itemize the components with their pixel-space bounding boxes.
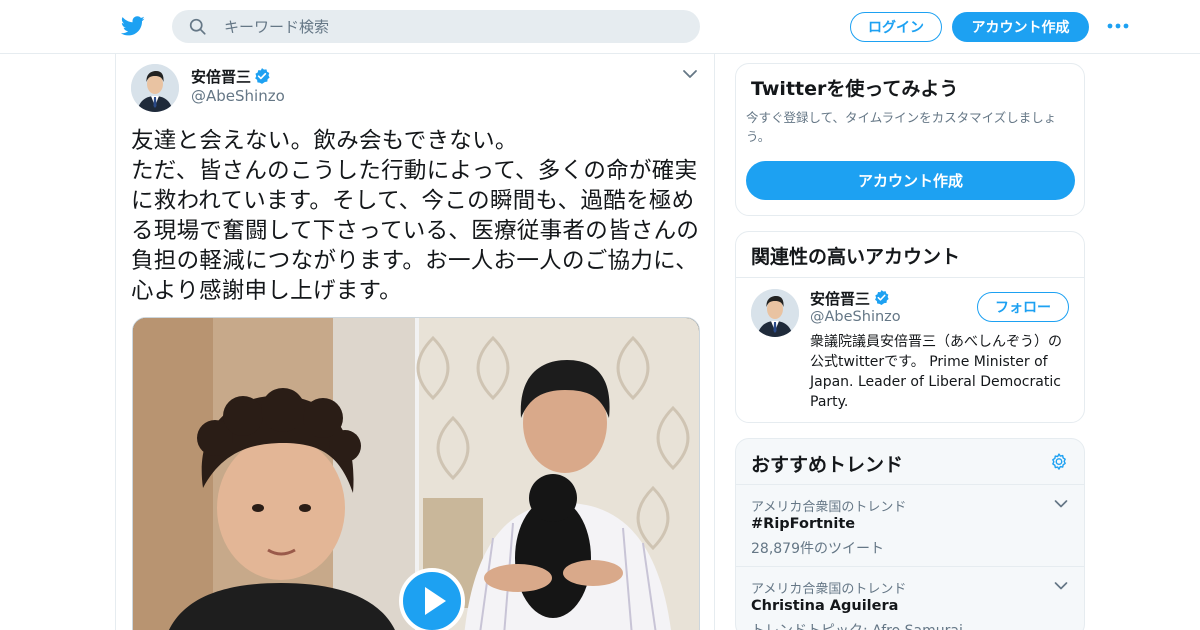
trend-topic: トレンドトピック: Afro Samurai xyxy=(751,620,963,630)
login-button[interactable]: ログイン xyxy=(850,12,942,42)
play-icon xyxy=(425,587,446,615)
related-accounts-card: 関連性の高いアカウント 安倍晋三 @AbeShinzo フォロー 衆議院議員安倍… xyxy=(735,231,1085,423)
trend-tweet-count: 28,879件のツイート xyxy=(751,541,884,557)
divider xyxy=(736,277,1084,278)
chevron-down-icon[interactable] xyxy=(1054,499,1068,509)
play-button[interactable] xyxy=(399,568,465,630)
create-account-button[interactable]: アカウント作成 xyxy=(746,161,1075,200)
more-options-icon[interactable] xyxy=(1106,20,1130,32)
chevron-down-icon[interactable] xyxy=(1054,581,1068,591)
settings-gear-icon[interactable] xyxy=(1049,452,1069,472)
tweet-video[interactable] xyxy=(132,317,700,630)
related-accounts-title: 関連性の高いアカウント xyxy=(751,246,961,268)
verified-badge-icon xyxy=(255,68,270,84)
trends-card: おすすめトレンド アメリカ合衆国のトレンド #RipFortnite 28,87… xyxy=(735,438,1085,630)
author-name[interactable]: 安倍晋三 xyxy=(191,66,251,87)
twitter-bird-icon[interactable] xyxy=(120,14,146,38)
trend-item[interactable]: アメリカ合衆国のトレンド Christina Aguilera トレンドトピック… xyxy=(736,567,1084,630)
author-avatar[interactable] xyxy=(131,64,179,112)
trends-title: おすすめトレンド xyxy=(751,454,904,476)
related-account-avatar[interactable] xyxy=(751,289,799,337)
signup-card-title: Twitterを使ってみよう xyxy=(751,78,959,100)
search-icon xyxy=(189,18,206,35)
trend-item[interactable]: アメリカ合衆国のトレンド #RipFortnite 28,879件のツイート xyxy=(736,485,1084,567)
search-box[interactable] xyxy=(172,10,700,43)
related-account-bio: 衆議院議員安倍晋三（あべしんぞう）の公式twitterです。 Prime Min… xyxy=(810,334,1062,410)
signup-card: Twitterを使ってみよう 今すぐ登録して、タイムラインをカスタマイズしましょ… xyxy=(735,63,1085,216)
trend-name[interactable]: #RipFortnite xyxy=(751,516,855,532)
signup-button[interactable]: アカウント作成 xyxy=(952,12,1089,42)
related-account-handle[interactable]: @AbeShinzo xyxy=(810,309,901,325)
top-navigation-bar: ログイン アカウント作成 xyxy=(0,0,1200,54)
signup-card-subtitle: 今すぐ登録して、タイムラインをカスタマイズしましょう。 xyxy=(746,110,1057,144)
trend-name[interactable]: Christina Aguilera xyxy=(751,598,898,614)
trend-context: アメリカ合衆国のトレンド xyxy=(751,582,907,597)
author-handle[interactable]: @AbeShinzo xyxy=(191,87,285,105)
chevron-down-icon[interactable] xyxy=(682,67,698,81)
follow-button[interactable]: フォロー xyxy=(977,292,1069,322)
trend-context: アメリカ合衆国のトレンド xyxy=(751,500,907,515)
related-account-name[interactable]: 安倍晋三 xyxy=(810,288,870,309)
tweet-detail: 安倍晋三 @AbeShinzo 友達と会えない。飲み会もできない。 ただ、皆さん… xyxy=(115,54,715,630)
tweet-text: 友達と会えない。飲み会もできない。 ただ、皆さんのこうした行動によって、多くの命… xyxy=(131,128,700,304)
search-input[interactable] xyxy=(224,10,684,43)
verified-badge-icon xyxy=(875,290,889,305)
